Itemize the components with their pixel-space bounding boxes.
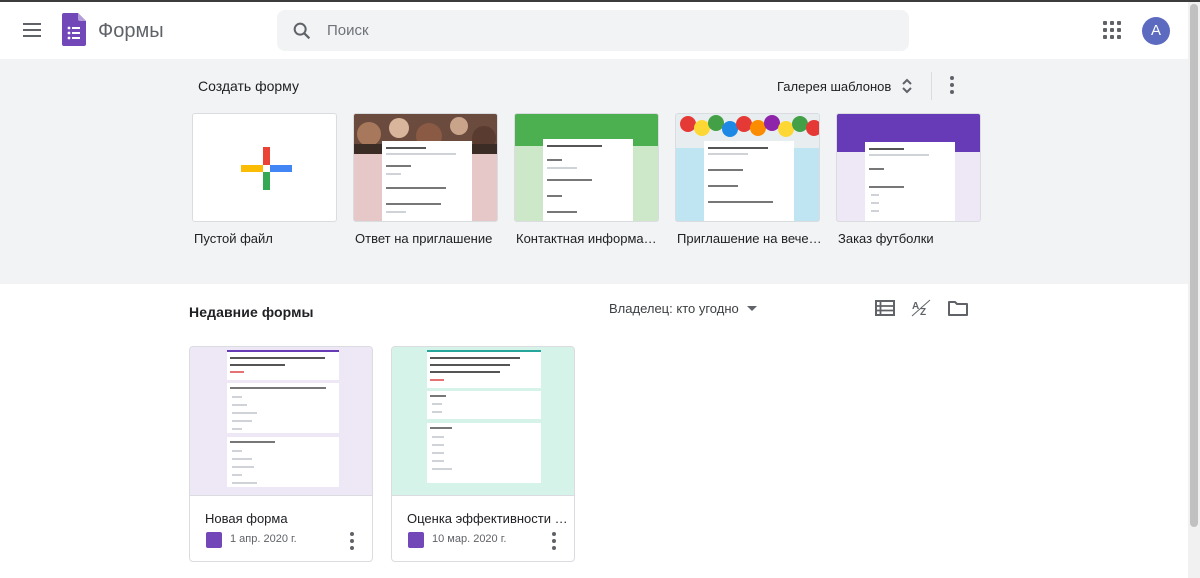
template-gallery-button[interactable]: Галерея шаблонов: [777, 78, 913, 94]
search-bar[interactable]: [277, 10, 909, 51]
form-name: Новая форма: [205, 511, 288, 526]
owner-filter-dropdown[interactable]: Владелец: кто угодно: [609, 301, 757, 316]
form-date: 10 мар. 2020 г.: [432, 533, 507, 545]
form-thumbnail: [190, 347, 372, 496]
template-label: Контактная информа…: [516, 231, 657, 246]
app-title[interactable]: Формы: [98, 20, 164, 43]
template-gallery-label: Галерея шаблонов: [777, 78, 892, 94]
dropdown-caret-icon: [746, 306, 757, 311]
mini-form-card: [704, 141, 794, 221]
folder-icon[interactable]: [947, 298, 969, 318]
forms-file-icon: [206, 532, 222, 548]
template-party-invite[interactable]: Приглашение на вече…: [675, 113, 822, 246]
recent-forms-heading: Недавние формы: [189, 304, 314, 320]
template-contact-thumbnail[interactable]: [514, 113, 659, 222]
template-rsvp-thumbnail[interactable]: [353, 113, 498, 222]
mini-form-card: [543, 139, 633, 221]
template-label: Ответ на приглашение: [355, 231, 493, 246]
gallery-divider: [931, 72, 932, 100]
list-view-icon[interactable]: [874, 298, 896, 318]
template-label: Пустой файл: [194, 231, 273, 246]
forms-logo-icon[interactable]: [62, 13, 86, 46]
more-vert-icon: [950, 76, 954, 80]
main-menu-button[interactable]: [16, 14, 48, 46]
template-party-thumbnail[interactable]: [675, 113, 820, 222]
search-icon[interactable]: [291, 20, 313, 42]
plus-icon: [241, 147, 292, 190]
form-thumbnail: [392, 347, 574, 496]
sort-az-icon[interactable]: A Z: [910, 298, 932, 318]
recent-form-card[interactable]: Оценка эффективности … 10 мар. 2020 г.: [391, 346, 575, 562]
page-scrollbar[interactable]: [1188, 2, 1200, 578]
template-blank-thumbnail[interactable]: [192, 113, 337, 222]
template-blank[interactable]: Пустой файл: [192, 113, 337, 246]
template-label: Приглашение на вече…: [677, 231, 822, 246]
form-more-button[interactable]: [544, 531, 564, 551]
apps-grid-icon: [1103, 21, 1107, 25]
scrollbar-thumb[interactable]: [1190, 4, 1198, 527]
unfold-more-icon: [902, 78, 912, 94]
more-vert-icon: [350, 532, 354, 536]
search-input[interactable]: [327, 10, 887, 51]
template-gallery: Создать форму Галерея шаблонов Пустой фа…: [0, 59, 1188, 284]
more-vert-icon: [552, 532, 556, 536]
template-label: Заказ футболки: [838, 231, 934, 246]
mini-form-card: [865, 142, 955, 221]
hamburger-menu-icon: [23, 23, 41, 25]
owner-filter-label: Владелец: кто угодно: [609, 301, 739, 316]
form-name: Оценка эффективности …: [407, 511, 568, 526]
template-tshirt-order[interactable]: Заказ футболки: [836, 113, 981, 246]
recent-form-card[interactable]: Новая форма 1 апр. 2020 г.: [189, 346, 373, 562]
forms-file-icon: [408, 532, 424, 548]
gallery-more-button[interactable]: [942, 75, 962, 95]
template-contact-info[interactable]: Контактная информа…: [514, 113, 659, 246]
form-date: 1 апр. 2020 г.: [230, 533, 297, 545]
template-rsvp[interactable]: Ответ на приглашение: [353, 113, 498, 246]
account-avatar[interactable]: A: [1142, 17, 1170, 45]
app-header: Формы A: [0, 2, 1188, 59]
form-more-button[interactable]: [342, 531, 362, 551]
create-form-heading: Создать форму: [198, 78, 299, 94]
template-tshirt-thumbnail[interactable]: [836, 113, 981, 222]
mini-form-card: [382, 141, 472, 221]
google-apps-button[interactable]: [1103, 21, 1123, 41]
